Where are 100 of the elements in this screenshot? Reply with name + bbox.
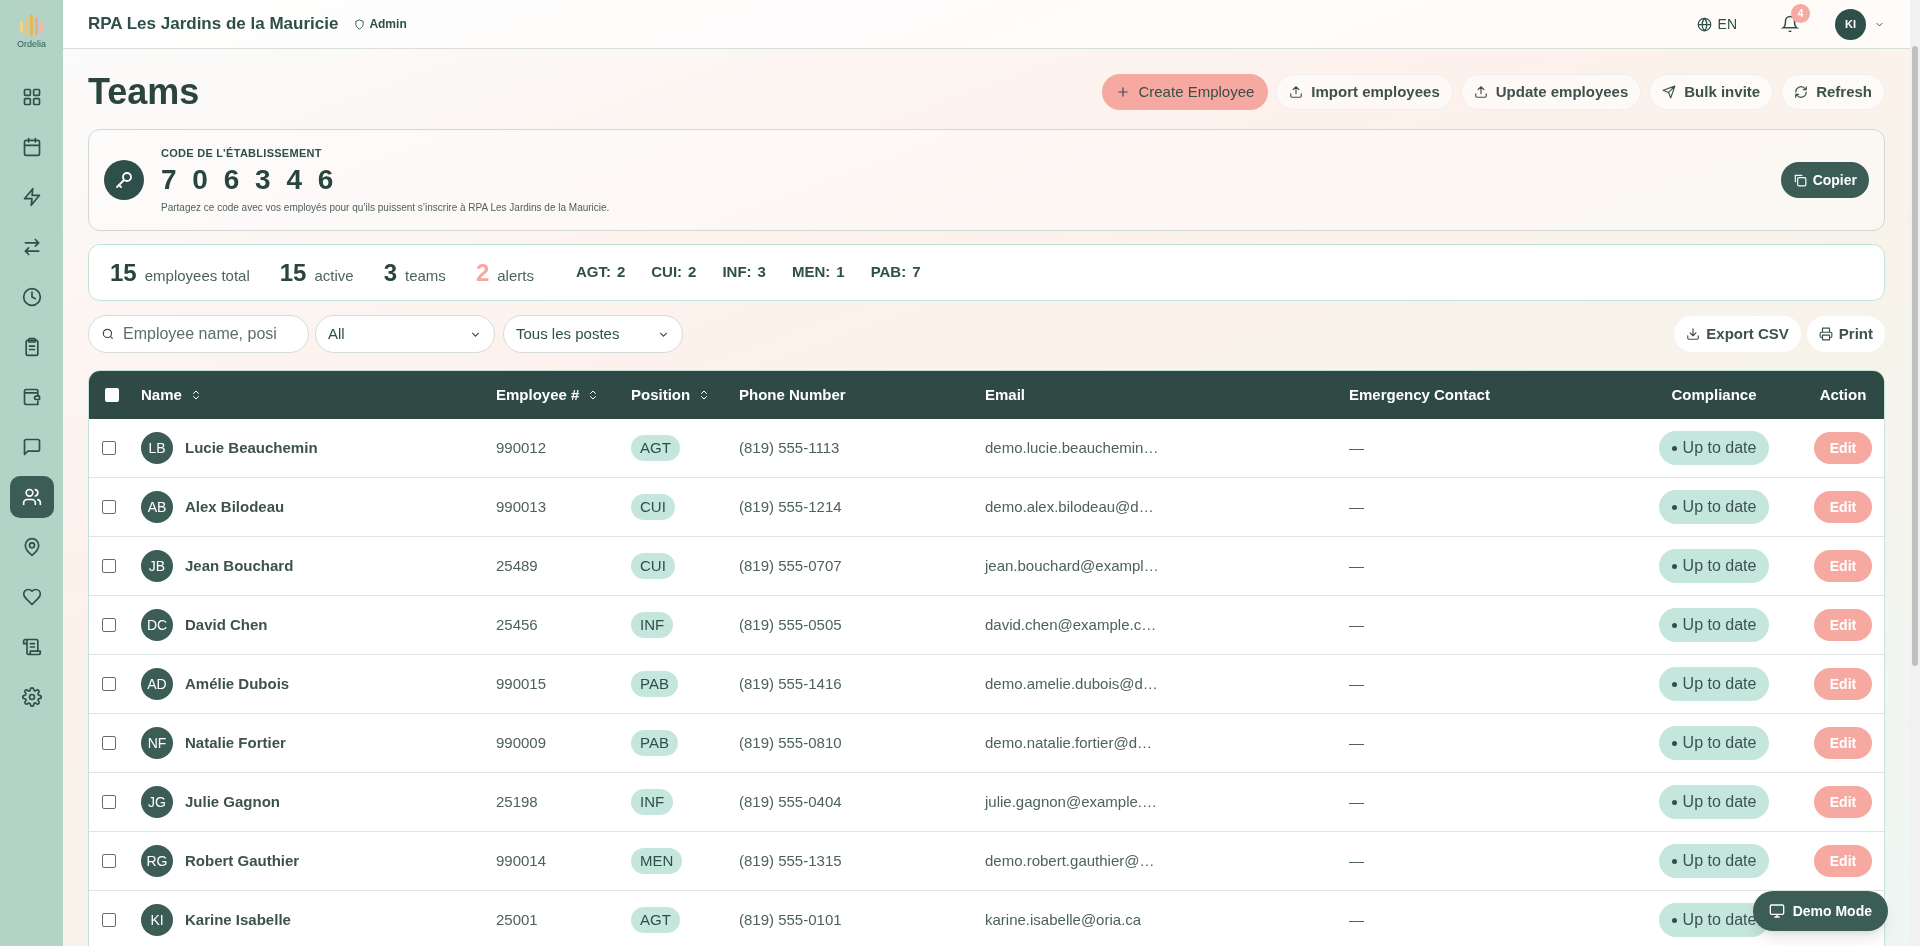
row-checkbox[interactable] xyxy=(102,913,116,927)
search-field[interactable]: Employee name, posi xyxy=(88,315,309,353)
row-checkbox[interactable] xyxy=(102,677,116,691)
copy-button[interactable]: Copier xyxy=(1780,162,1869,198)
column-header: Compliance xyxy=(1671,384,1757,405)
action-button[interactable]: Refresh xyxy=(1781,74,1885,110)
stat-value: 2 xyxy=(475,257,490,288)
row-checkbox[interactable] xyxy=(102,618,116,632)
plus-icon xyxy=(1116,85,1131,99)
position-badge: INF xyxy=(631,789,674,815)
position-count-label: INF: xyxy=(722,262,752,283)
position-count-value: 2 xyxy=(616,262,626,283)
emergency-contact: — xyxy=(1349,850,1364,871)
action-button[interactable]: Bulk invite xyxy=(1649,74,1774,110)
calendar-icon xyxy=(21,136,42,157)
compliance-badge: Up to date xyxy=(1658,608,1770,642)
phone-number: (819) 555-1113 xyxy=(739,437,840,458)
globe-icon xyxy=(1696,16,1712,32)
email-address: demo.robert.gauthier@… xyxy=(985,850,1155,871)
row-checkbox[interactable] xyxy=(102,559,116,573)
notifications-button[interactable] xyxy=(1781,15,1799,33)
position-count-label: MEN: xyxy=(791,262,831,283)
stat-label: teams xyxy=(405,265,446,286)
logo-text: Ordelia xyxy=(17,38,46,51)
role-label: Admin xyxy=(354,15,407,33)
status-dropdown[interactable]: All xyxy=(315,315,495,353)
position-count-value: 2 xyxy=(688,262,697,283)
monitor-icon xyxy=(1768,903,1785,919)
wallet-icon xyxy=(21,386,42,407)
emergency-contact: — xyxy=(1349,732,1364,753)
lightning-icon xyxy=(21,186,42,207)
employee-number: 990012 xyxy=(496,437,547,458)
action-button[interactable]: Update employees xyxy=(1460,74,1642,110)
email-address: demo.natalie.fortier@d… xyxy=(985,732,1152,753)
phone-number: (819) 555-1315 xyxy=(739,850,842,871)
emergency-contact: — xyxy=(1349,437,1364,458)
upload-icon xyxy=(1289,85,1304,99)
employee-number: 25001 xyxy=(496,909,538,930)
stat-label: employees total xyxy=(144,265,250,286)
row-checkbox[interactable] xyxy=(102,795,116,809)
employee-name: Lucie Beauchemin xyxy=(185,437,318,458)
employee-name: Jean Bouchard xyxy=(185,555,294,576)
column-header: Phone Number xyxy=(739,384,846,405)
avatar: RG xyxy=(141,845,173,877)
compliance-badge: Up to date xyxy=(1658,844,1770,878)
settings-icon xyxy=(21,686,42,707)
phone-number: (819) 555-1214 xyxy=(739,496,842,517)
phone-number: (819) 555-0505 xyxy=(739,614,842,635)
sidebar-item[interactable] xyxy=(9,475,54,518)
avatar: JG xyxy=(141,786,173,818)
phone-number: (819) 555-1416 xyxy=(739,673,842,694)
scroll-icon xyxy=(21,636,42,657)
column-header[interactable]: Name xyxy=(141,383,202,407)
column-header[interactable]: Employee # xyxy=(496,383,600,407)
grid-icon xyxy=(21,86,42,107)
employee-name: Robert Gauthier xyxy=(185,850,300,871)
position-count-label: PAB: xyxy=(870,262,907,283)
position-dropdown[interactable]: Tous les postes xyxy=(503,315,683,353)
avatar: AB xyxy=(141,491,173,523)
employee-number: 25456 xyxy=(496,614,538,635)
email-address: julie.gagnon@example.… xyxy=(985,791,1157,812)
user-avatar[interactable]: KI xyxy=(1835,8,1866,40)
row-checkbox[interactable] xyxy=(102,854,116,868)
column-header: Email xyxy=(985,384,1026,405)
stat-value: 3 xyxy=(383,257,397,288)
compliance-badge: Up to date xyxy=(1658,785,1770,819)
employee-number: 990014 xyxy=(496,850,547,871)
position-count-label: CUI: xyxy=(651,262,683,283)
upload-icon xyxy=(1473,85,1488,99)
employee-name: Karine Isabelle xyxy=(185,909,291,930)
compliance-badge: Up to date xyxy=(1658,431,1770,465)
position-count-value: 7 xyxy=(912,262,921,283)
toolbar-button[interactable]: Print xyxy=(1806,316,1885,352)
column-header: Emergency Contact xyxy=(1349,384,1490,405)
toolbar-button[interactable]: Export CSV xyxy=(1674,316,1801,352)
page-title: Teams xyxy=(88,70,200,114)
action-button[interactable]: Import employees xyxy=(1276,74,1453,110)
email-address: demo.lucie.beauchemin… xyxy=(985,437,1159,458)
select-all-checkbox[interactable] xyxy=(105,388,119,402)
language-button[interactable]: EN xyxy=(1696,13,1737,35)
row-checkbox[interactable] xyxy=(102,500,116,514)
row-checkbox[interactable] xyxy=(102,441,116,455)
emergency-contact: — xyxy=(1349,555,1364,576)
copy-icon xyxy=(1792,173,1807,187)
notification-badge: 4 xyxy=(1791,4,1810,23)
compliance-badge: Up to date xyxy=(1658,667,1770,701)
row-checkbox[interactable] xyxy=(102,736,116,750)
emergency-contact: — xyxy=(1349,909,1364,930)
create-employee-button[interactable]: Create Employee xyxy=(1102,74,1269,110)
email-address: jean.bouchard@exampl… xyxy=(985,555,1159,576)
phone-number: (819) 555-0101 xyxy=(739,909,842,930)
employee-name: Amélie Dubois xyxy=(185,673,290,694)
employee-name: David Chen xyxy=(185,614,268,635)
chat-icon xyxy=(21,436,42,457)
employee-name: Alex Bilodeau xyxy=(185,496,285,517)
emergency-contact: — xyxy=(1349,614,1364,635)
column-header[interactable]: Position xyxy=(631,383,711,407)
users-icon xyxy=(21,486,42,507)
employee-name: Natalie Fortier xyxy=(185,732,286,753)
refresh-icon xyxy=(1794,85,1809,99)
